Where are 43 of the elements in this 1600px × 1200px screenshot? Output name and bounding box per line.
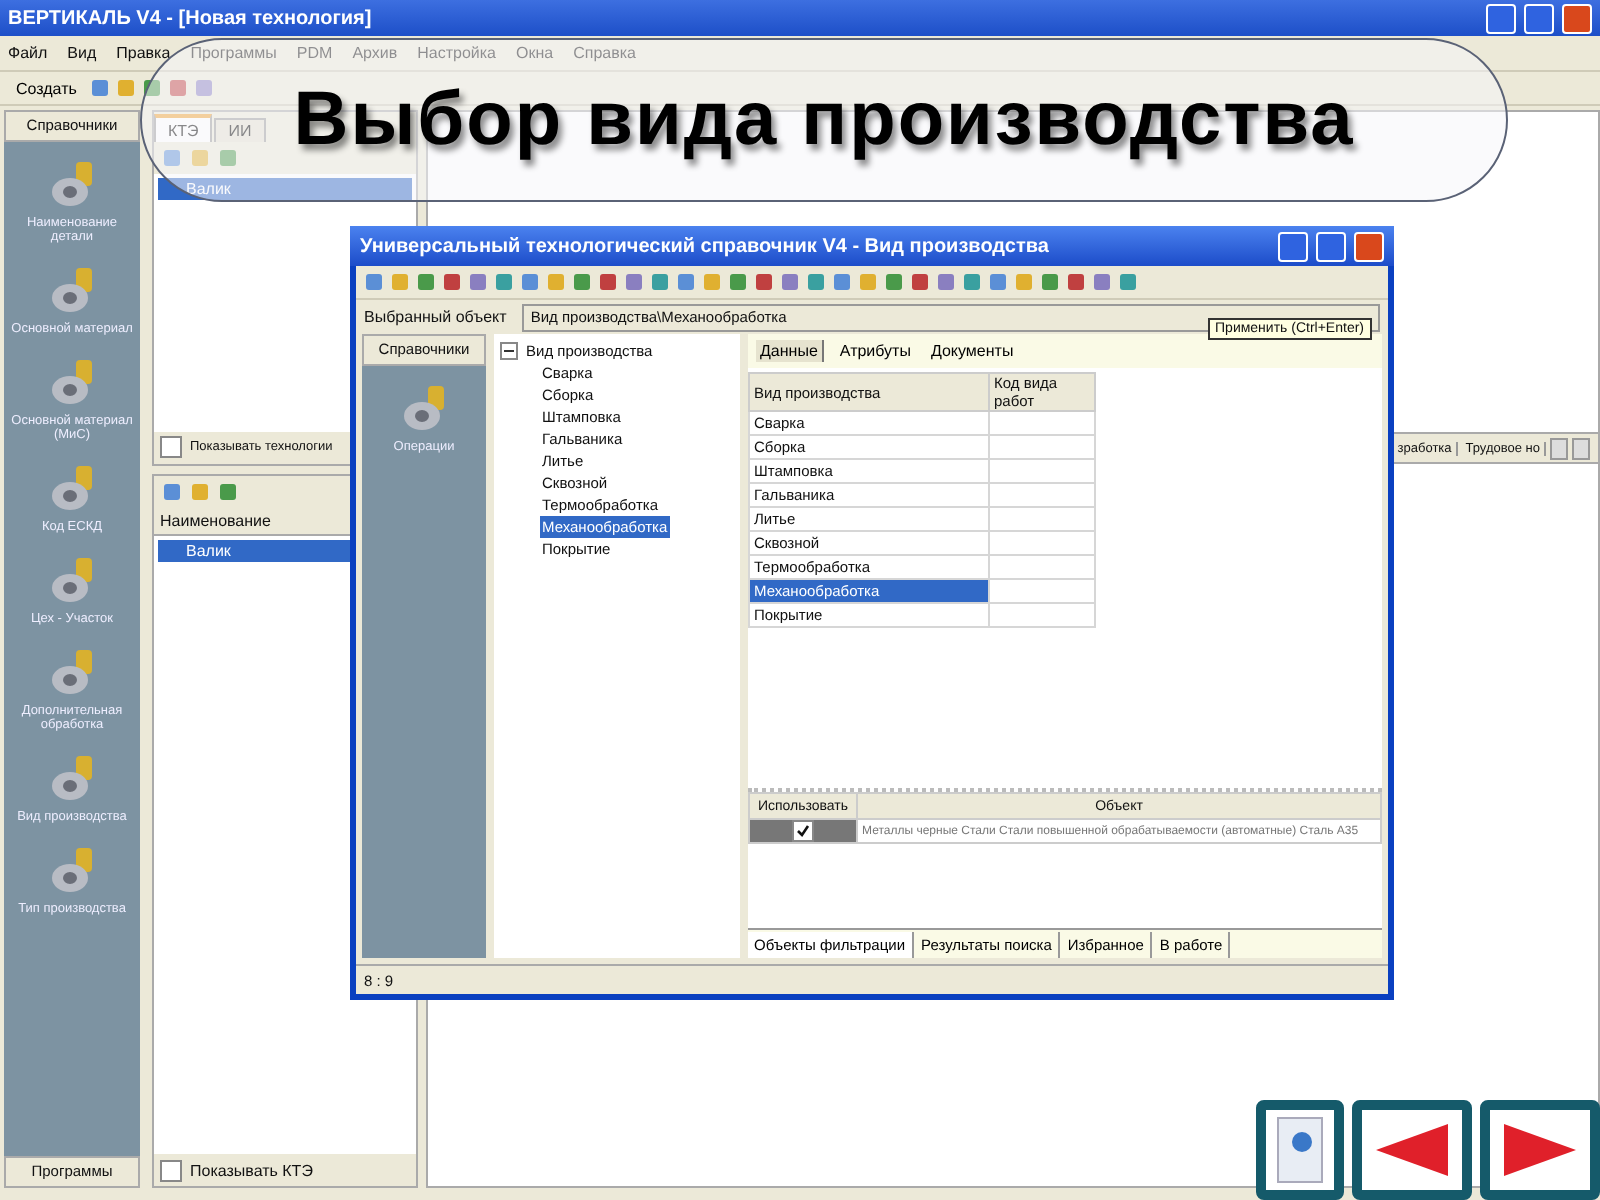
checkbox[interactable]	[160, 1159, 182, 1181]
create-button[interactable]: Создать	[8, 74, 85, 102]
cylinder-icon	[46, 356, 98, 408]
right-triangle-icon	[1500, 1120, 1580, 1180]
cylinder-icon	[46, 844, 98, 896]
tab[interactable]: Данные	[756, 340, 824, 362]
cylinder-icon	[46, 554, 98, 606]
next-button[interactable]	[1480, 1100, 1600, 1200]
tab[interactable]: Атрибуты	[835, 340, 915, 362]
checkbox-label: Показывать КТЭ	[190, 1161, 313, 1179]
menu-item[interactable]: Файл	[8, 44, 48, 62]
box-icon	[1274, 1114, 1326, 1186]
cylinder-icon	[46, 462, 98, 514]
window-title: ВЕРТИКАЛЬ V4 - [Новая технология]	[8, 7, 374, 29]
scroll-right-button[interactable]	[1572, 437, 1590, 459]
cylinder-icon	[398, 382, 450, 434]
minimize-button[interactable]	[1486, 3, 1516, 33]
dialog-title: Универсальный технологический справочник V4 - Вид производства	[360, 235, 1051, 257]
toolbar-icon[interactable]	[90, 78, 111, 98]
cylinder-icon	[46, 264, 98, 316]
toolbar-icon[interactable]	[142, 78, 163, 98]
restore-button[interactable]	[1524, 3, 1554, 33]
close-button[interactable]	[1354, 231, 1384, 261]
checkbox[interactable]	[160, 436, 182, 459]
slide-title: Выбор вида производства	[293, 77, 1355, 163]
checkbox[interactable]	[792, 820, 814, 842]
menu-item[interactable]: Вид	[67, 44, 97, 62]
cylinder-icon	[46, 158, 98, 210]
toolbar-icon[interactable]	[162, 481, 182, 502]
previous-button[interactable]	[1352, 1100, 1472, 1200]
cylinder-icon	[46, 752, 98, 804]
close-button[interactable]	[1562, 3, 1592, 33]
minimize-button[interactable]	[1278, 231, 1308, 261]
collapse-icon[interactable]	[500, 342, 518, 360]
field-label: Выбранный объект	[364, 308, 507, 326]
toolbar-icon[interactable]	[218, 481, 238, 502]
maximize-button[interactable]	[1316, 231, 1346, 261]
home-button[interactable]	[1256, 1100, 1344, 1200]
left-triangle-icon	[1372, 1120, 1452, 1180]
tab[interactable]: Документы	[926, 340, 1018, 362]
scroll-left-button[interactable]	[1550, 437, 1568, 459]
cylinder-icon	[46, 646, 98, 698]
menu-item[interactable]: Правка	[116, 44, 171, 62]
